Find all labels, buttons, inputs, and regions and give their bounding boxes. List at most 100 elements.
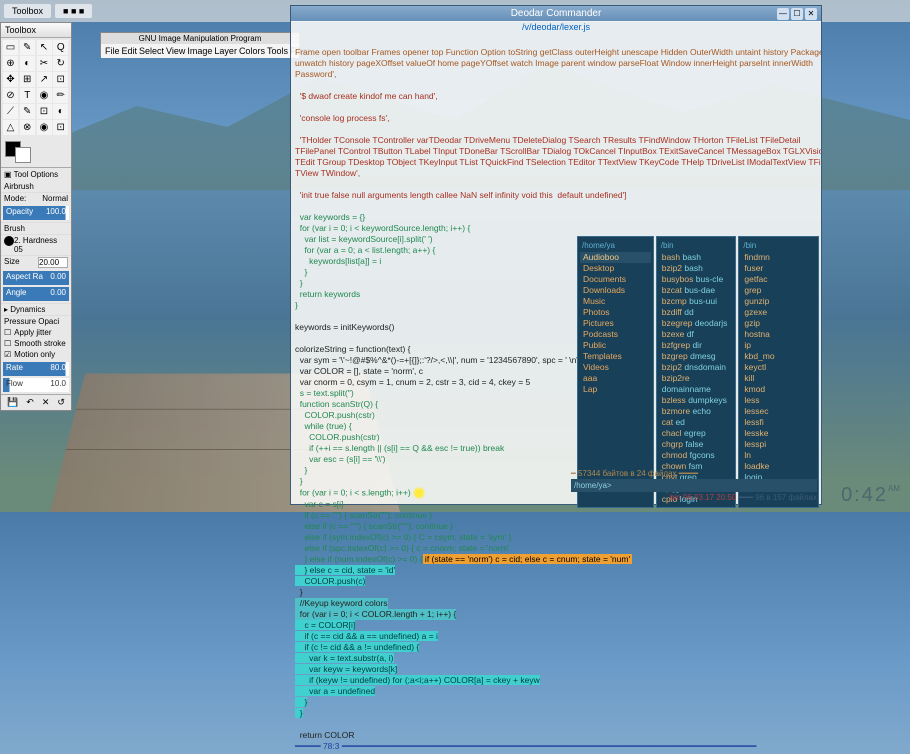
file-item[interactable]: less	[741, 395, 816, 406]
opt-restore-icon[interactable]: ↶	[26, 397, 34, 408]
file-item[interactable]: gzexe	[741, 307, 816, 318]
file-item[interactable]: aaa	[580, 373, 651, 384]
taskbar-app[interactable]: ■ ■ ■	[55, 4, 92, 18]
tool-button[interactable]: ↖	[37, 40, 52, 55]
file-item[interactable]: cat ed	[659, 417, 734, 428]
tool-button[interactable]: ◐	[20, 56, 35, 71]
panel3-list[interactable]: findmn fuser getfac grep gunzip gzexe gz…	[741, 252, 816, 483]
tool-button[interactable]: △	[3, 120, 18, 135]
aspect-slider[interactable]: Aspect Ra0.00	[3, 271, 69, 285]
file-item[interactable]: Documents	[580, 274, 651, 285]
menu-item[interactable]: Colors	[239, 46, 265, 56]
file-item[interactable]: Downloads	[580, 285, 651, 296]
file-item[interactable]: getfac	[741, 274, 816, 285]
file-item[interactable]: gunzip	[741, 296, 816, 307]
tool-button[interactable]: ◐	[53, 104, 68, 119]
tool-button[interactable]: ✎	[20, 104, 35, 119]
file-item[interactable]: keyctl	[741, 362, 816, 373]
file-item[interactable]: fuser	[741, 263, 816, 274]
file-item[interactable]: bzless dumpkeys	[659, 395, 734, 406]
chk-jitter[interactable]: ☐Apply jitter	[1, 327, 71, 338]
tool-button[interactable]: T	[20, 88, 35, 103]
file-item[interactable]: bzgrep dmesg	[659, 351, 734, 362]
min-button[interactable]: —	[777, 8, 789, 20]
file-item[interactable]: lessec	[741, 406, 816, 417]
file-item[interactable]: bzmore echo	[659, 406, 734, 417]
opt-delete-icon[interactable]: ✕	[42, 397, 50, 408]
file-item[interactable]: findmn	[741, 252, 816, 263]
tool-button[interactable]: ⊡	[53, 72, 68, 87]
file-item[interactable]: grep	[741, 285, 816, 296]
tool-button[interactable]: Q	[53, 40, 68, 55]
file-item[interactable]: Lap	[580, 384, 651, 395]
file-item[interactable]: lesske	[741, 428, 816, 439]
file-item[interactable]: bzcmp bus-uui	[659, 296, 734, 307]
file-item[interactable]: chacl egrep	[659, 428, 734, 439]
opt-save-icon[interactable]: 💾	[7, 397, 18, 408]
file-item[interactable]: Pictures	[580, 318, 651, 329]
tool-button[interactable]: ↗	[37, 72, 52, 87]
file-item[interactable]: kbd_mo	[741, 351, 816, 362]
menu-item[interactable]: File	[105, 46, 120, 56]
file-item[interactable]: ln	[741, 450, 816, 461]
file-item[interactable]: kill	[741, 373, 816, 384]
color-swatches[interactable]	[1, 137, 71, 167]
file-item[interactable]: bzfgrep dir	[659, 340, 734, 351]
tool-button[interactable]: ⊕	[3, 56, 18, 71]
file-item[interactable]: chgrp false	[659, 439, 734, 450]
flow-slider[interactable]: Flow10.0	[3, 378, 69, 392]
opt-reset-icon[interactable]: ↺	[57, 397, 65, 408]
file-item[interactable]: bzip2 dnsdomain	[659, 362, 734, 373]
tool-button[interactable]: ✥	[3, 72, 18, 87]
file-item[interactable]: lessfi	[741, 417, 816, 428]
file-item[interactable]: Photos	[580, 307, 651, 318]
menu-item[interactable]: Edit	[122, 46, 138, 56]
dynamics-select[interactable]: Pressure Opaci	[1, 315, 71, 327]
file-item[interactable]: lesspi	[741, 439, 816, 450]
size-input[interactable]	[38, 257, 68, 268]
file-item[interactable]: Desktop	[580, 263, 651, 274]
file-item[interactable]: bzcat bus-dae	[659, 285, 734, 296]
file-item[interactable]: Audioboo	[580, 252, 651, 263]
tool-button[interactable]: ✂	[37, 56, 52, 71]
mode-select[interactable]: Normal	[42, 194, 68, 203]
close-button[interactable]: ✕	[805, 8, 817, 20]
tool-button[interactable]: ⊡	[37, 104, 52, 119]
tool-button[interactable]: ✏	[53, 88, 68, 103]
tool-button[interactable]: ⊗	[20, 120, 35, 135]
file-item[interactable]: Podcasts	[580, 329, 651, 340]
tool-button[interactable]: ◉	[37, 120, 52, 135]
file-item[interactable]: gzip	[741, 318, 816, 329]
file-item[interactable]: bzip2re domainname	[659, 373, 734, 395]
tool-button[interactable]: ✎	[20, 40, 35, 55]
chk-motion[interactable]: ☑Motion only	[1, 349, 71, 360]
file-item[interactable]: Templates	[580, 351, 651, 362]
tool-button[interactable]: ⊡	[53, 120, 68, 135]
file-item[interactable]: bzdiff dd	[659, 307, 734, 318]
tool-button[interactable]: ↻	[53, 56, 68, 71]
file-item[interactable]: hostna	[741, 329, 816, 340]
taskbar-app-toolbox[interactable]: Toolbox	[4, 4, 51, 18]
tool-button[interactable]: ⊞	[20, 72, 35, 87]
file-item[interactable]: bash bash	[659, 252, 734, 263]
command-prompt[interactable]: /home/ya>	[571, 479, 817, 492]
panel1-list[interactable]: AudiobooDesktopDocumentsDownloadsMusicPh…	[580, 252, 651, 395]
max-button[interactable]: ☐	[791, 8, 803, 20]
brush-select[interactable]: 2. Hardness 05	[1, 234, 71, 255]
menu-item[interactable]: Tools	[267, 46, 288, 56]
menu-item[interactable]: View	[166, 46, 185, 56]
rate-slider[interactable]: Rate80.0	[3, 362, 69, 376]
file-item[interactable]: bzegrep deodarjs	[659, 318, 734, 329]
bg-color[interactable]	[15, 147, 31, 163]
file-item[interactable]: busybos bus-cle	[659, 274, 734, 285]
angle-slider[interactable]: Angle0.00	[3, 287, 69, 301]
tool-button[interactable]: ⟋	[3, 104, 18, 119]
file-item[interactable]: Public	[580, 340, 651, 351]
tool-button[interactable]: ⊘	[3, 88, 18, 103]
file-item[interactable]: Music	[580, 296, 651, 307]
menu-item[interactable]: Select	[139, 46, 164, 56]
tool-button[interactable]: ◉	[37, 88, 52, 103]
file-item[interactable]: ip	[741, 340, 816, 351]
file-item[interactable]: kmod	[741, 384, 816, 395]
file-item[interactable]: bzip2 bash	[659, 263, 734, 274]
